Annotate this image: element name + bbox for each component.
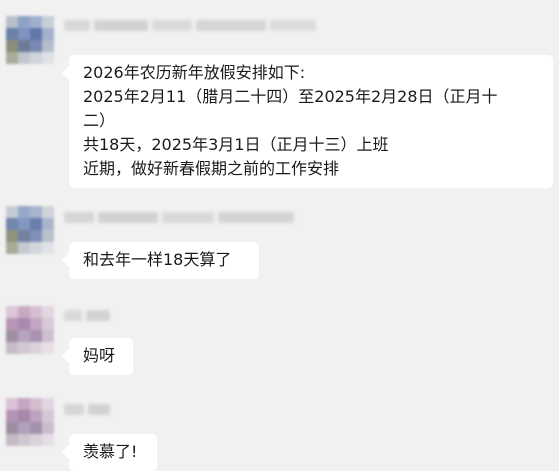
message-bubble[interactable]: 和去年一样18天算了: [69, 242, 259, 279]
message-text: 二）: [83, 111, 116, 130]
message-bubble[interactable]: 妈呀: [69, 338, 133, 375]
message-text: 共18天，2025年3月1日（正月十三）上班: [83, 135, 389, 154]
chat-area: 2026年农历新年放假安排如下: 2025年2月11（腊月二十四）至2025年2…: [0, 0, 559, 471]
message-item: 羡慕了!: [0, 394, 559, 471]
message-text: 羡慕了!: [83, 442, 138, 461]
message-text: 妈呀: [83, 346, 116, 365]
message-item: 和去年一样18天算了: [0, 204, 559, 294]
message-text: 2026年农历新年放假安排如下:: [83, 63, 306, 82]
message-bubble[interactable]: 羡慕了!: [69, 434, 157, 471]
avatar[interactable]: [6, 206, 54, 254]
message-text: 2025年2月11（腊月二十四）至2025年2月28日（正月十: [83, 87, 498, 106]
message-bubble[interactable]: 2026年农历新年放假安排如下: 2025年2月11（腊月二十四）至2025年2…: [69, 55, 553, 188]
avatar[interactable]: [6, 398, 54, 446]
message-text: 和去年一样18天算了: [83, 250, 232, 269]
avatar[interactable]: [6, 16, 54, 64]
message-item: 妈呀: [0, 300, 559, 390]
sender-name: [64, 18, 324, 32]
message-text: 近期，做好新春假期之前的工作安排: [83, 159, 340, 178]
sender-name: [64, 402, 114, 416]
message-item: 2026年农历新年放假安排如下: 2025年2月11（腊月二十四）至2025年2…: [0, 12, 559, 192]
sender-name: [64, 210, 304, 224]
avatar[interactable]: [6, 306, 54, 354]
sender-name: [64, 308, 114, 322]
